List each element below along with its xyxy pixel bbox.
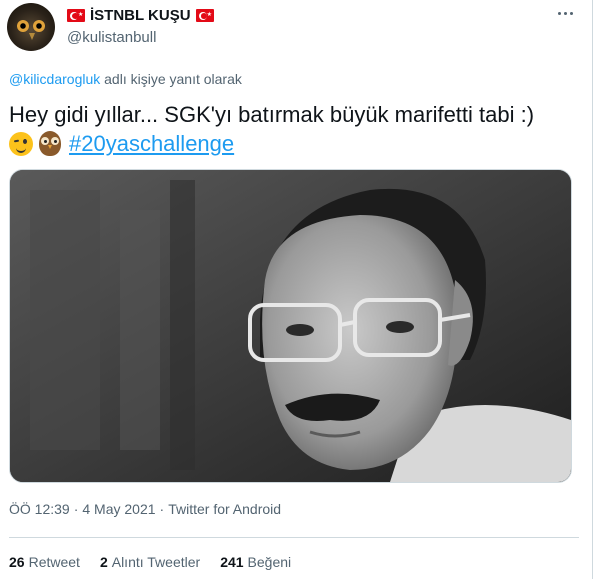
divider <box>9 537 579 538</box>
reply-context: @kilicdarogluk adlı kişiye yanıt olarak <box>9 71 242 87</box>
turkish-flag-icon: ★ <box>67 9 85 22</box>
like-count: 241 <box>220 554 244 570</box>
meta-separator: · <box>73 501 79 517</box>
turkish-flag-icon: ★ <box>195 9 214 22</box>
owl-eye-right <box>33 20 45 32</box>
tweet-meta: ÖÖ 12:39 · 4 May 2021 · Twitter for Andr… <box>9 501 281 517</box>
tweet-time[interactable]: ÖÖ 12:39 <box>9 501 70 517</box>
like-label: Beğeni <box>247 554 292 570</box>
reply-mention-link[interactable]: @kilicdarogluk <box>9 71 100 87</box>
user-handle[interactable]: @kulistanbull <box>67 29 156 46</box>
display-name[interactable]: İSTNBL KUŞU <box>90 7 191 24</box>
quote-stat[interactable]: 2 Alıntı Tweetler <box>100 554 200 570</box>
more-options-icon[interactable] <box>558 12 573 15</box>
tweet-emoji-row: #20yaschallenge <box>9 130 234 157</box>
retweet-count: 26 <box>9 554 25 570</box>
tweet-stats: 26 Retweet 2 Alıntı Tweetler 241 Beğeni <box>9 554 291 570</box>
photo-illustration <box>10 170 571 482</box>
retweet-stat[interactable]: 26 Retweet <box>9 554 80 570</box>
tweet-date[interactable]: 4 May 2021 <box>82 501 155 517</box>
like-stat[interactable]: 241 Beğeni <box>220 554 291 570</box>
hashtag-link[interactable]: #20yaschallenge <box>69 130 234 157</box>
author-name-row[interactable]: ★ İSTNBL KUŞU ★ <box>67 7 214 24</box>
tweet-photo[interactable] <box>9 169 572 483</box>
avatar[interactable] <box>7 3 55 51</box>
owl-icon <box>39 131 61 156</box>
tweet-text: Hey gidi yıllar... SGK'yı batırmak büyük… <box>9 102 535 127</box>
meta-separator: · <box>159 501 165 517</box>
reply-suffix: adlı kişiye yanıt olarak <box>104 71 242 87</box>
quote-label: Alıntı Tweetler <box>111 554 201 570</box>
retweet-label: Retweet <box>28 554 80 570</box>
winking-face-icon <box>9 131 33 156</box>
owl-eye-left <box>17 20 29 32</box>
tweet-source[interactable]: Twitter for Android <box>168 501 281 517</box>
owl-beak <box>29 33 35 40</box>
quote-count: 2 <box>99 554 108 570</box>
